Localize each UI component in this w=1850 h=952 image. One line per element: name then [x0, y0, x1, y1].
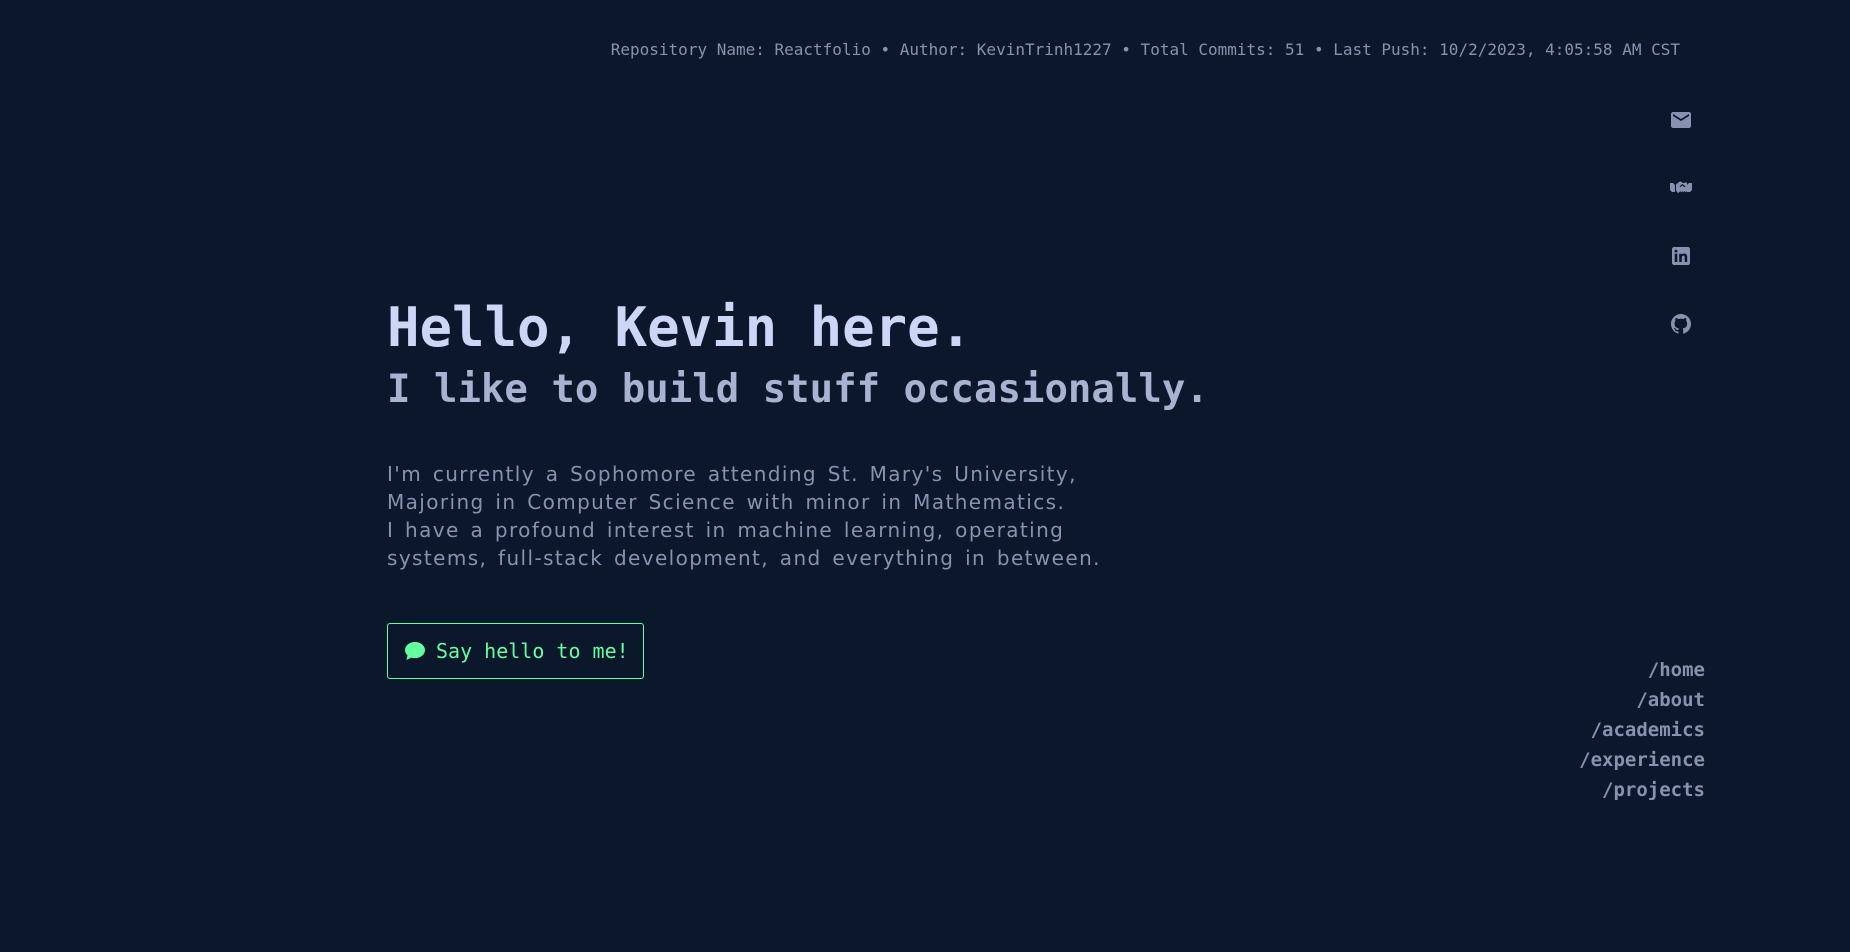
linkedin-link[interactable] [1669, 244, 1693, 268]
section-nav: /home /about /academics /experience /pro… [1579, 655, 1705, 805]
nav-item-academics[interactable]: /academics [1591, 715, 1705, 745]
nav-item-projects[interactable]: /projects [1602, 775, 1705, 805]
nav-item-home[interactable]: /home [1648, 655, 1705, 685]
description-line: systems, full-stack development, and eve… [387, 546, 1101, 570]
github-icon [1671, 314, 1691, 334]
mail-icon [1671, 112, 1691, 128]
nav-item-experience[interactable]: /experience [1579, 745, 1705, 775]
github-link[interactable] [1669, 312, 1693, 336]
hero-description: I'm currently a Sophomore attending St. … [387, 460, 1107, 572]
social-links [1665, 108, 1697, 336]
nav-item-about[interactable]: /about [1636, 685, 1705, 715]
description-line: I have a profound interest in machine le… [387, 518, 1065, 542]
handshake-icon [1670, 181, 1692, 193]
description-line: Majoring in Computer Science with minor … [387, 490, 1066, 514]
email-link[interactable] [1669, 108, 1693, 132]
say-hello-label: Say hello to me! [436, 639, 629, 663]
handshake-link[interactable] [1669, 176, 1693, 200]
hero-subtitle: I like to build stuff occasionally. [387, 367, 1209, 412]
hero-section: Hello, Kevin here. I like to build stuff… [387, 292, 1287, 572]
say-hello-button[interactable]: Say hello to me! [387, 623, 644, 679]
hero-title: Hello, Kevin here. [387, 296, 973, 359]
repository-info: Repository Name: Reactfolio • Author: Ke… [610, 40, 1680, 59]
linkedin-icon [1672, 247, 1690, 265]
chat-bubble-icon [405, 642, 425, 660]
description-line: I'm currently a Sophomore attending St. … [387, 462, 1077, 486]
